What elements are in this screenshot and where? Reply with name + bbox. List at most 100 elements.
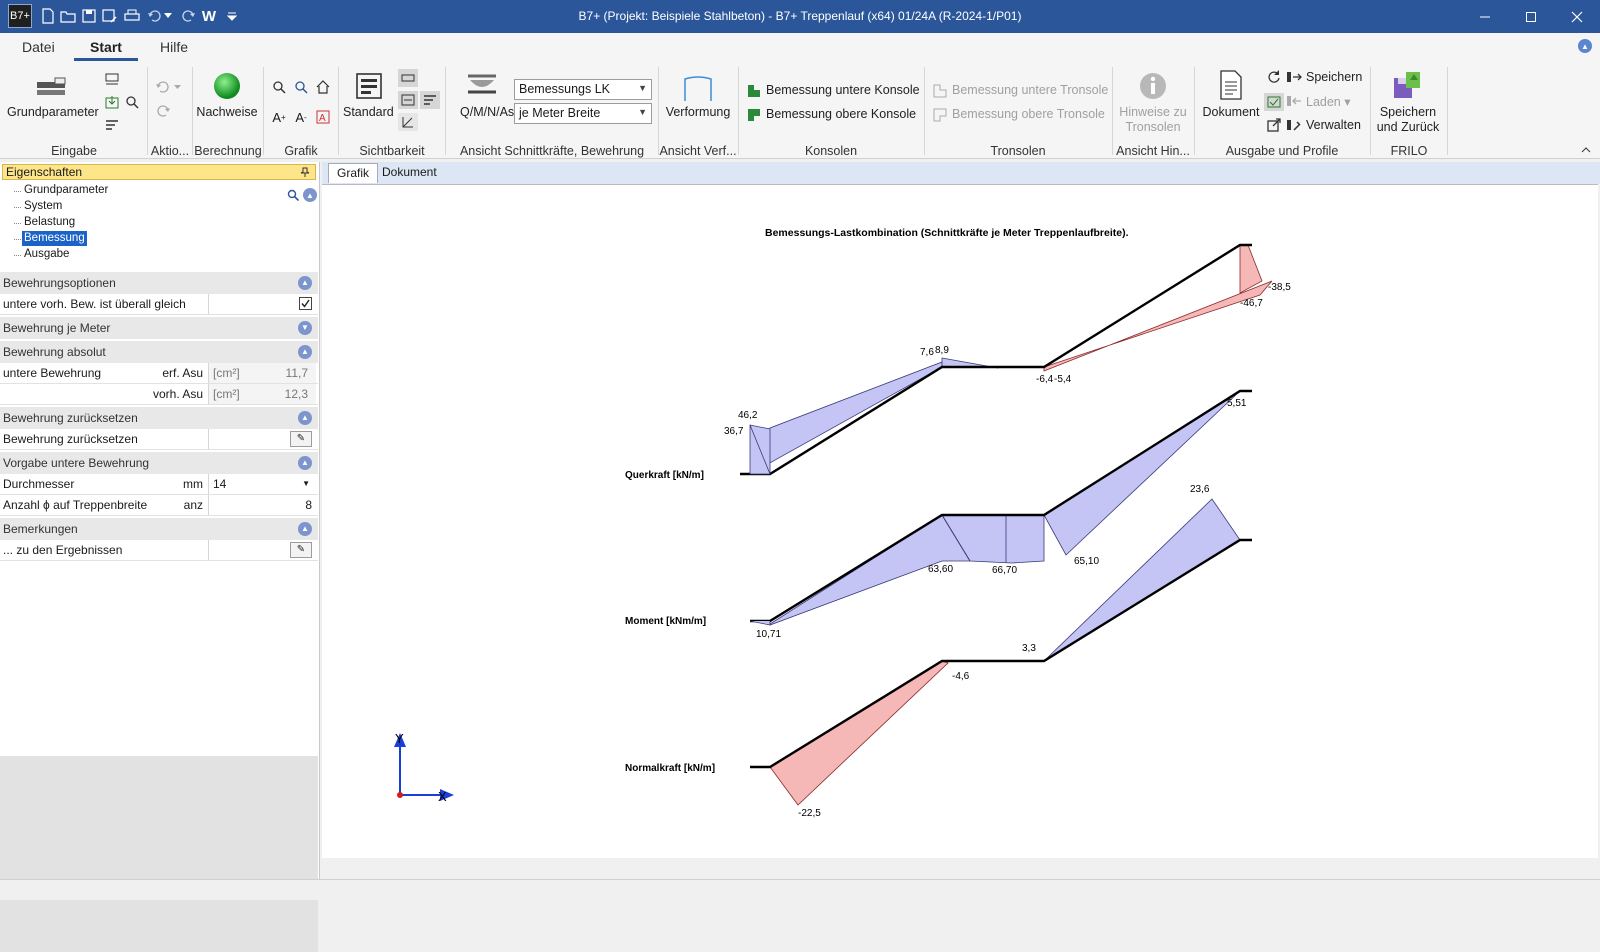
- standard-button[interactable]: Standard: [343, 105, 394, 119]
- zoom-window-icon[interactable]: [292, 79, 310, 95]
- print-icon[interactable]: [122, 6, 142, 26]
- font-increase-icon[interactable]: A +: [270, 109, 288, 125]
- tab-grafik[interactable]: Grafik: [328, 163, 379, 183]
- search-icon[interactable]: [286, 188, 300, 202]
- import-icon[interactable]: [104, 94, 120, 110]
- collapse-ribbon-icon[interactable]: [1580, 145, 1592, 155]
- zoom-icon[interactable]: [124, 94, 140, 110]
- font-color-icon[interactable]: A: [314, 109, 332, 125]
- nachweise-button[interactable]: Nachweise: [196, 105, 258, 119]
- querkraft-value-8: -38,5: [1268, 282, 1291, 293]
- tree-item-system[interactable]: System: [22, 199, 64, 214]
- querkraft-value-2: 36,7: [724, 426, 744, 437]
- load-combination-value: Bemessungs LK: [519, 82, 611, 96]
- grundparameter-button[interactable]: Grundparameter: [7, 105, 99, 119]
- tree-item-ausgabe[interactable]: Ausgabe: [22, 247, 71, 262]
- group-berechnung-label: Berechnung: [194, 144, 262, 158]
- collapse-tree-icon[interactable]: ▲: [303, 188, 317, 202]
- axis-toggle-icon[interactable]: [398, 113, 418, 131]
- collapse-icon[interactable]: ▲: [298, 522, 312, 536]
- moment-value-5: 10,71: [756, 629, 781, 640]
- bemessung-obere-konsole-button[interactable]: Bemessung obere Konsole: [766, 107, 916, 121]
- close-icon[interactable]: [1554, 0, 1600, 33]
- tree-item-bemessung[interactable]: Bemessung: [22, 231, 87, 246]
- list-toggle-icon[interactable]: [420, 91, 440, 109]
- open-folder-icon[interactable]: [58, 6, 78, 26]
- undo-icon[interactable]: [145, 6, 165, 26]
- word-icon[interactable]: W: [199, 6, 219, 26]
- verwalten-profile-button[interactable]: Verwalten: [1306, 118, 1361, 132]
- konsole-untere-icon[interactable]: [746, 83, 762, 99]
- qmnas-button[interactable]: Q/M/N/As: [460, 105, 514, 119]
- system-icon[interactable]: [104, 71, 120, 87]
- save-profile-icon[interactable]: [1286, 69, 1302, 85]
- section-bewehrung-zuruecksetzen[interactable]: Bewehrung zurücksetzen ▲: [0, 407, 318, 429]
- label-toggle-icon[interactable]: [398, 91, 418, 109]
- font-decrease-icon[interactable]: A-: [292, 109, 310, 125]
- section-bemerkungen[interactable]: Bemerkungen ▲: [0, 518, 318, 540]
- panel-empty-area: [0, 756, 318, 952]
- save-icon[interactable]: [79, 6, 99, 26]
- list-icon[interactable]: [104, 117, 120, 133]
- konsole-obere-icon[interactable]: [746, 107, 762, 123]
- speichern-zurueck-line1[interactable]: Speichern: [1374, 105, 1442, 119]
- bemessung-untere-konsole-button[interactable]: Bemessung untere Konsole: [766, 83, 920, 97]
- undo-dropdown-icon[interactable]: [163, 6, 173, 26]
- undo-action-icon[interactable]: [154, 79, 172, 95]
- document-icon[interactable]: [1216, 69, 1246, 101]
- tree-item-grundparameter[interactable]: Grundparameter: [22, 183, 110, 198]
- save-as-icon[interactable]: [100, 6, 120, 26]
- verformung-button[interactable]: Verformung: [664, 105, 732, 119]
- section-bewehrung-je-meter[interactable]: Bewehrung je Meter ▼: [0, 317, 318, 339]
- refresh-icon[interactable]: [1266, 69, 1282, 85]
- hinweise-tronsolen-line1: Hinweise zu: [1119, 105, 1187, 119]
- customize-icon[interactable]: [222, 6, 242, 26]
- gleich-checkbox[interactable]: [299, 297, 312, 310]
- speichern-profile-button[interactable]: Speichern: [1306, 70, 1362, 84]
- speichern-zurueck-line2[interactable]: und Zurück: [1374, 120, 1442, 134]
- tab-datei[interactable]: Datei: [20, 39, 57, 61]
- undo-action-dropdown-icon[interactable]: [172, 81, 182, 93]
- collapse-icon[interactable]: ▲: [298, 456, 312, 470]
- tab-start[interactable]: Start: [74, 39, 138, 61]
- graphic-canvas[interactable]: Bemessungs-Lastkombination (Schnittkräft…: [322, 184, 1598, 858]
- section-bewehrung-absolut[interactable]: Bewehrung absolut ▲: [0, 341, 318, 363]
- edit-icon[interactable]: ✎: [290, 431, 312, 447]
- standard-view-icon[interactable]: [354, 71, 384, 101]
- manage-profile-icon[interactable]: [1286, 117, 1302, 133]
- minimize-icon[interactable]: [1462, 0, 1508, 33]
- section-bewehrungsoptionen[interactable]: Bewehrungsoptionen ▲: [0, 272, 318, 294]
- tree-item-belastung[interactable]: Belastung: [22, 215, 77, 230]
- dokument-button[interactable]: Dokument: [1200, 105, 1262, 119]
- new-file-icon[interactable]: [38, 6, 58, 26]
- vorh-asu-unit: [cm²]: [213, 387, 240, 401]
- collapse-icon[interactable]: ▲: [298, 411, 312, 425]
- load-toggle-icon[interactable]: [1264, 93, 1284, 111]
- help-collapse-icon[interactable]: ▲: [1578, 39, 1592, 53]
- expand-icon[interactable]: ▼: [298, 321, 312, 335]
- load-combination-select[interactable]: Bemessungs LK ▼: [514, 79, 652, 100]
- redo-icon[interactable]: [178, 6, 198, 26]
- load-profile-icon: [1286, 93, 1302, 109]
- zoom-in-icon[interactable]: [270, 79, 288, 95]
- anzahl-input[interactable]: 8: [208, 495, 316, 515]
- nachweise-icon[interactable]: [212, 71, 242, 101]
- section-vorgabe-untere[interactable]: Vorgabe untere Bewehrung ▲: [0, 452, 318, 474]
- verformung-icon[interactable]: [681, 75, 715, 103]
- collapse-icon[interactable]: ▲: [298, 276, 312, 290]
- export-icon[interactable]: [1266, 117, 1282, 133]
- maximize-icon[interactable]: [1508, 0, 1554, 33]
- qmnas-icon[interactable]: [466, 71, 498, 99]
- tab-dokument[interactable]: Dokument: [374, 163, 445, 183]
- grundparameter-icon[interactable]: [34, 75, 68, 101]
- save-and-return-icon[interactable]: [1391, 69, 1425, 101]
- pin-icon[interactable]: [299, 166, 311, 178]
- tab-hilfe[interactable]: Hilfe: [158, 39, 190, 61]
- edit-icon[interactable]: ✎: [290, 542, 312, 558]
- dimension-toggle-icon[interactable]: [398, 69, 418, 87]
- home-icon[interactable]: [314, 79, 332, 95]
- width-mode-select[interactable]: je Meter Breite ▼: [514, 103, 652, 124]
- durchmesser-select[interactable]: 14 ▼: [208, 474, 316, 494]
- collapse-icon[interactable]: ▲: [298, 345, 312, 359]
- redo-action-icon[interactable]: [154, 103, 172, 119]
